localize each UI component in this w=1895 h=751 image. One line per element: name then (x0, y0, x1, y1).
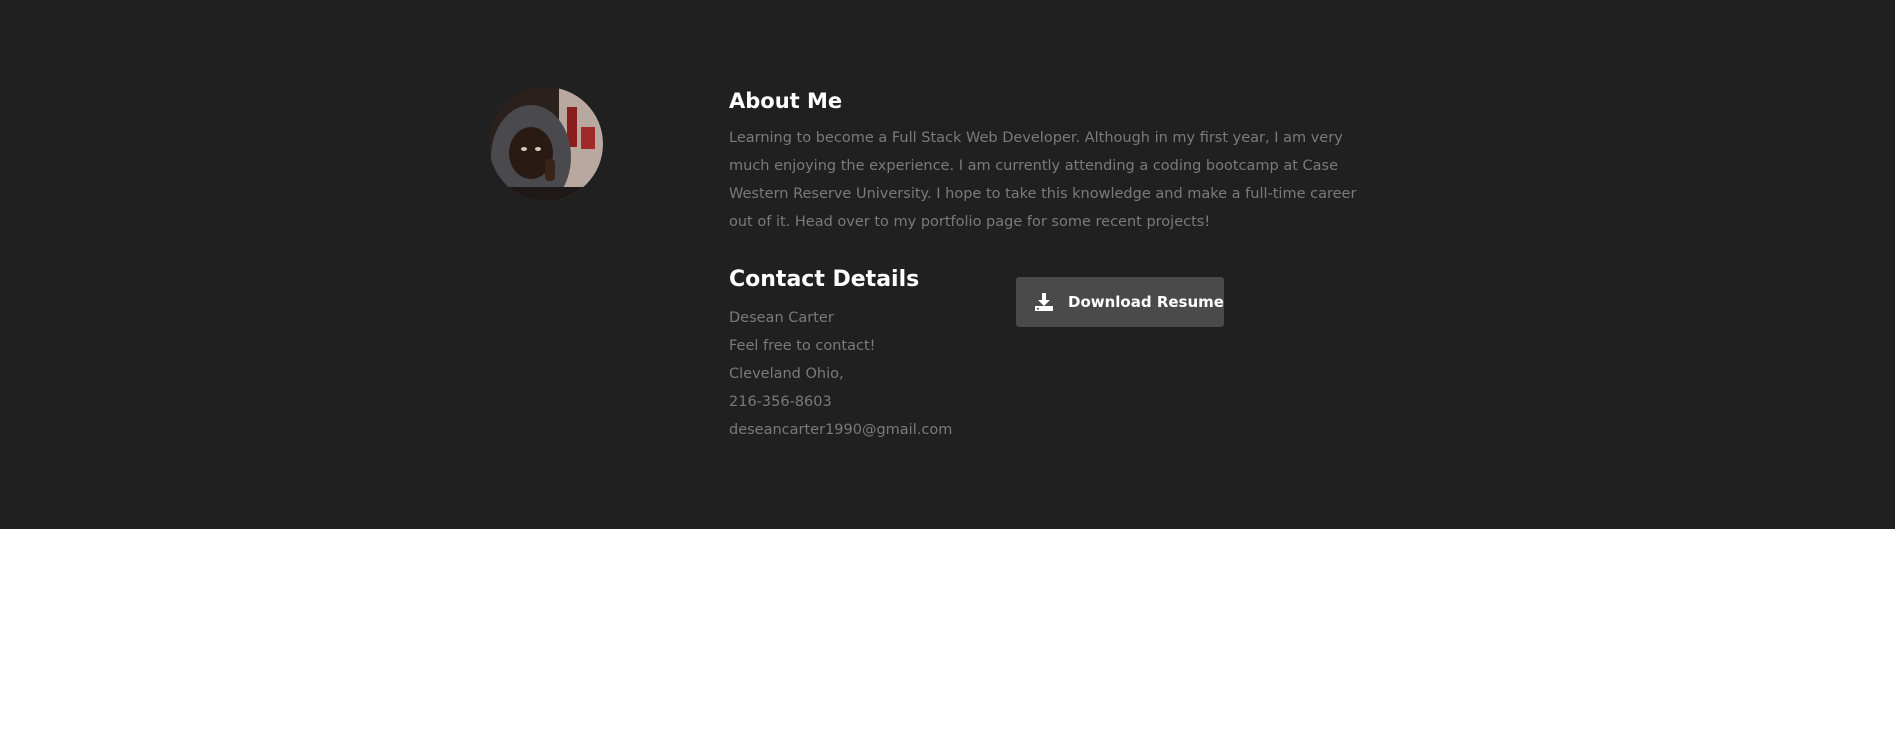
download-resume-button[interactable]: Download Resume (1016, 277, 1224, 327)
download-icon (1034, 292, 1054, 312)
contact-title: Contact Details (729, 267, 920, 292)
about-content: About Me Learning to become a Full Stack… (729, 86, 1379, 236)
contact-email: deseancarter1990@gmail.com (729, 422, 953, 438)
about-text: Learning to become a Full Stack Web Deve… (729, 130, 1357, 230)
contact-tagline: Feel free to contact! (729, 338, 876, 354)
profile-avatar (489, 87, 603, 201)
download-resume-label: Download Resume (1068, 293, 1224, 311)
about-section: About Me Learning to become a Full Stack… (0, 0, 1895, 529)
about-title: About Me (729, 89, 843, 113)
contact-phone: 216-356-8603 (729, 394, 832, 410)
contact-location: Cleveland Ohio, (729, 366, 844, 382)
contact-name: Desean Carter (729, 310, 834, 326)
contact-details: Desean Carter Feel free to contact! Clev… (729, 304, 952, 444)
